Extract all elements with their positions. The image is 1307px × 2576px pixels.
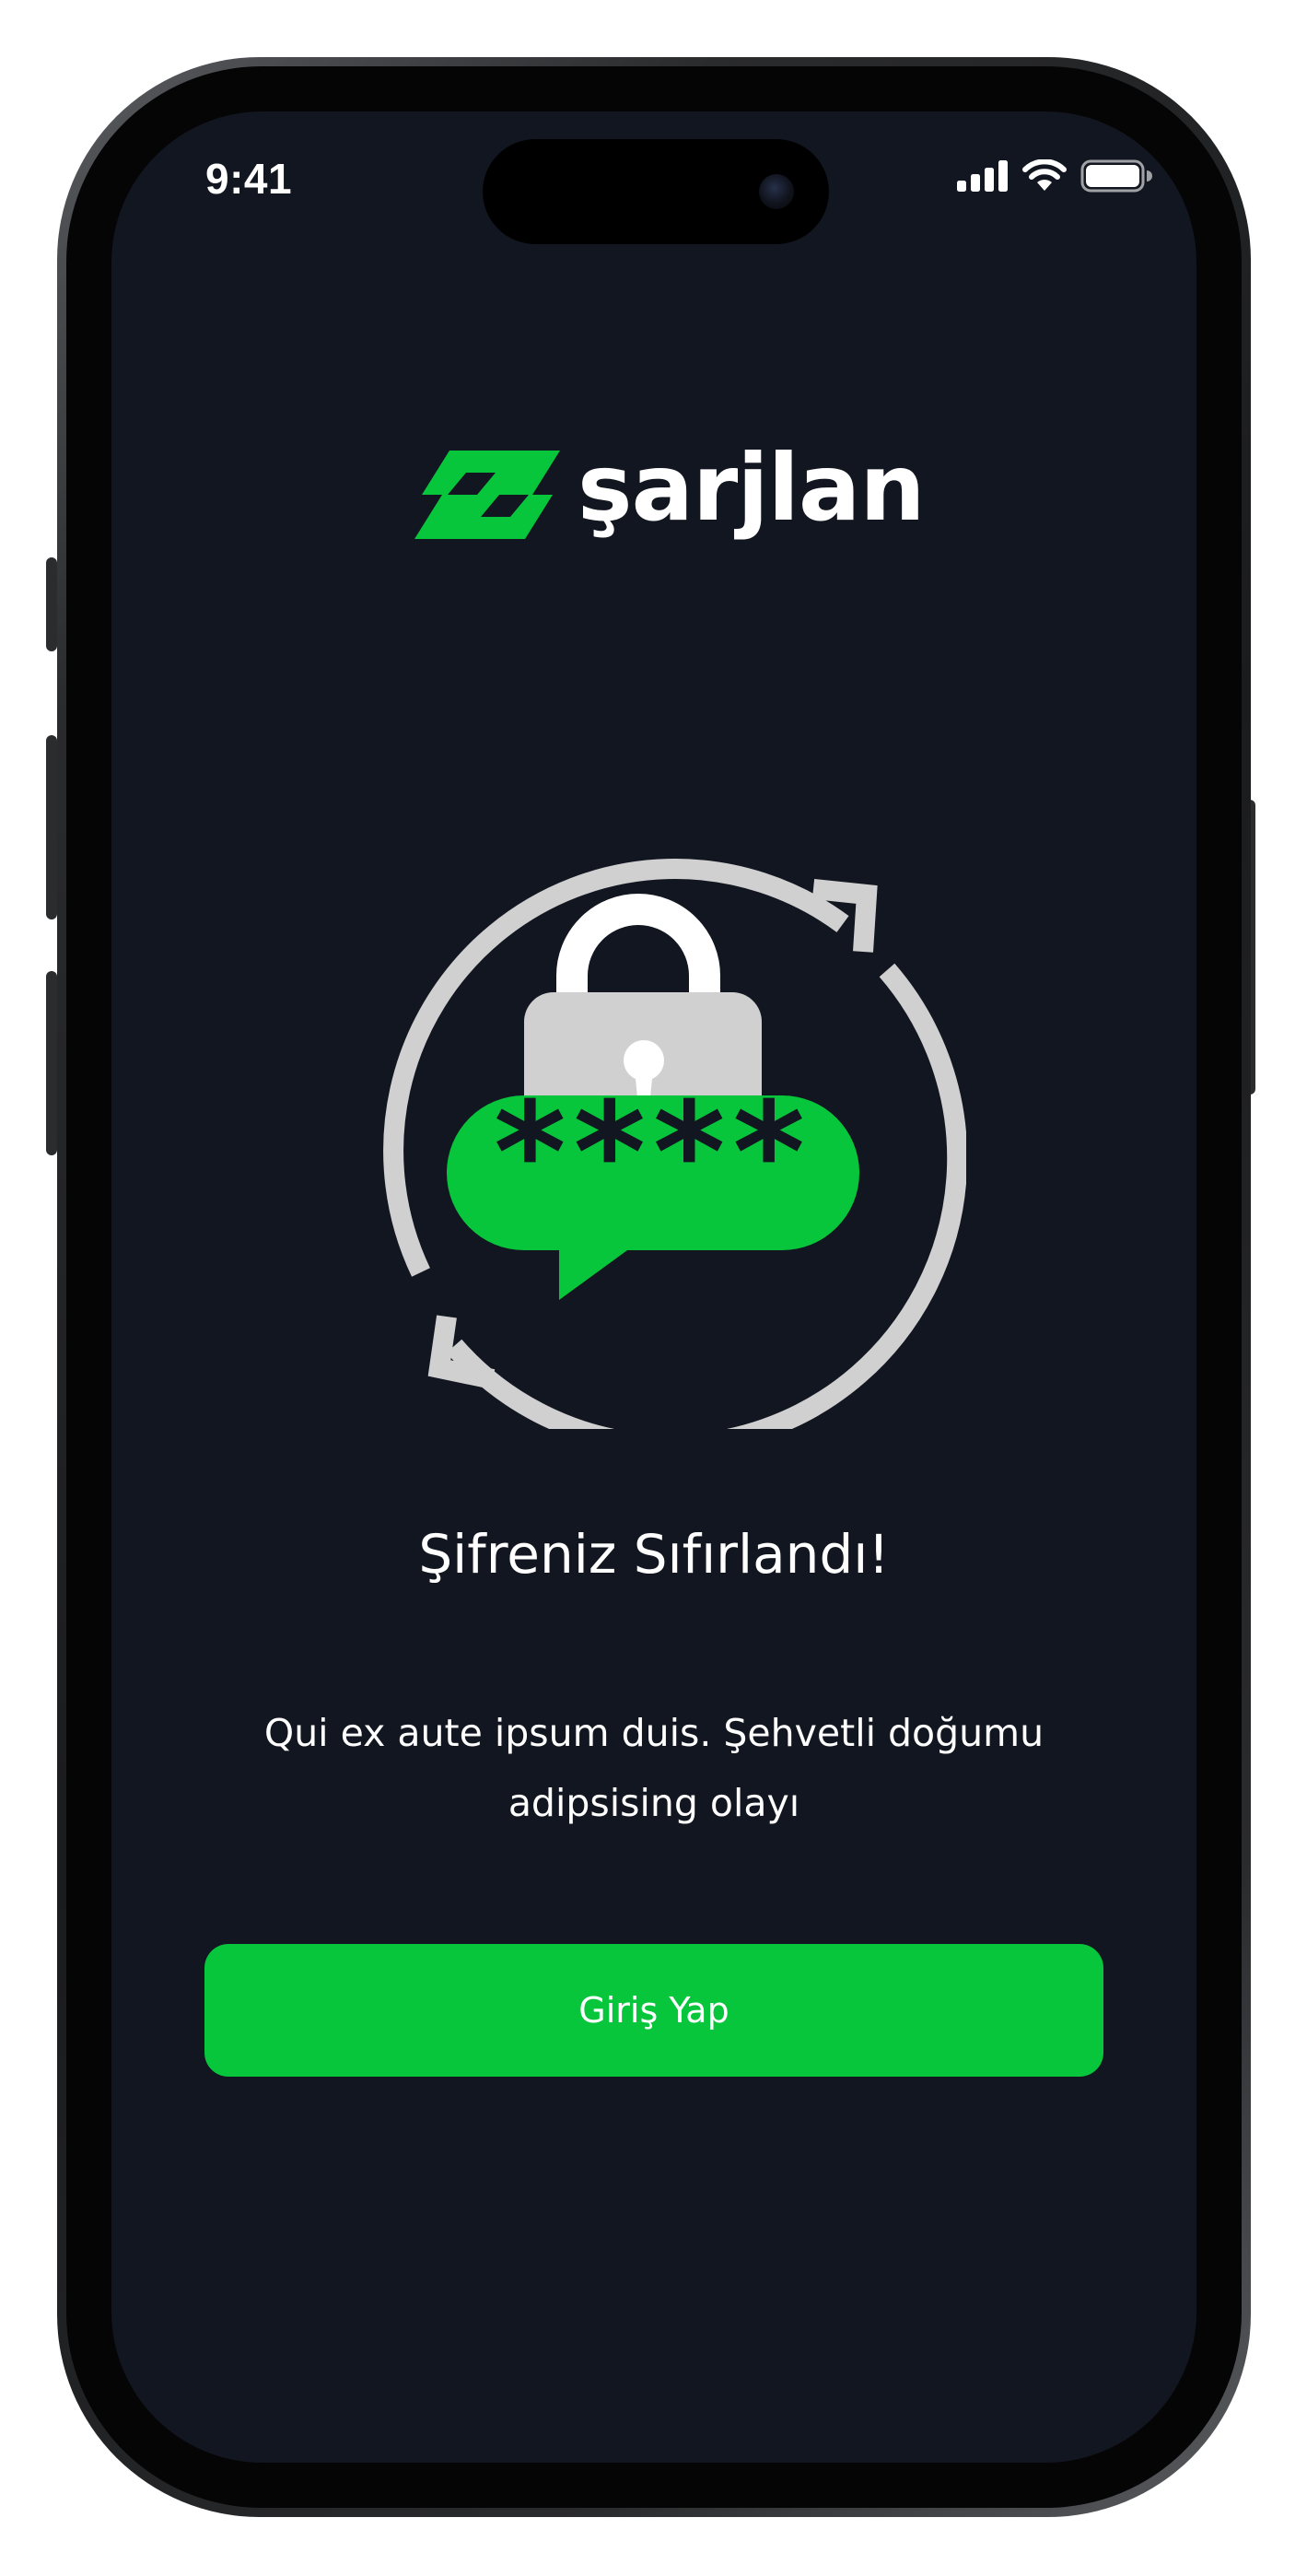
home-indicator-area <box>111 2426 1196 2463</box>
battery-icon <box>1080 159 1152 193</box>
masked-password: **** <box>494 1073 812 1234</box>
volume-up-button <box>46 735 57 919</box>
status-icons <box>957 158 1152 194</box>
page-title: Şifreniz Sıfırlandı! <box>418 1523 890 1586</box>
login-button-label: Giriş Yap <box>578 1990 729 2031</box>
lightning-bolt-logo-icon <box>414 451 560 539</box>
brand-name: şarjlan <box>578 434 926 542</box>
description-text: Qui ex aute ipsum duis. Şehvetli doğumu … <box>263 1711 1044 1825</box>
password-reset-lock-icon: **** <box>383 859 966 1429</box>
dynamic-island <box>483 139 829 244</box>
device-mockup: 9:41 şarjlan **** Şifreniz Sıfırlandı! Q… <box>0 0 1307 2576</box>
cellular-signal-icon <box>957 160 1008 192</box>
app-screen: 9:41 şarjlan **** Şifreniz Sıfırlandı! Q… <box>111 111 1196 2463</box>
volume-down-button <box>46 971 57 1155</box>
status-time: 9:41 <box>205 155 293 203</box>
login-button[interactable]: Giriş Yap <box>204 1944 1103 2077</box>
action-button <box>46 557 57 651</box>
wifi-icon <box>1022 159 1067 191</box>
front-camera-icon <box>759 174 794 209</box>
brand-logo: şarjlan <box>414 434 926 554</box>
